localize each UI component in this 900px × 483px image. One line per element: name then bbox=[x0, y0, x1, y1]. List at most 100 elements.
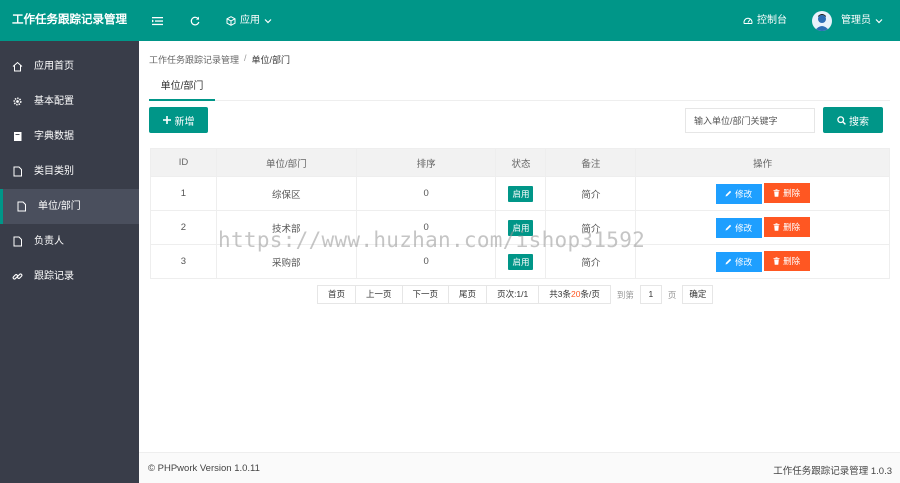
breadcrumb-separator: / bbox=[244, 53, 247, 63]
sidebar-item-label: 跟踪记录 bbox=[34, 271, 74, 282]
pager-next[interactable]: 下一页 bbox=[402, 285, 450, 304]
file-icon bbox=[17, 201, 26, 212]
main-content: 工作任务跟踪记录管理 / 单位/部门 单位/部门 新增 搜索 ID 单位/部门 … bbox=[139, 41, 900, 483]
search-button-label: 搜索 bbox=[849, 116, 869, 128]
column-header-status: 状态 bbox=[495, 148, 547, 177]
delete-button[interactable]: 删除 bbox=[763, 217, 810, 238]
status-badge[interactable]: 启用 bbox=[508, 219, 534, 236]
home-icon bbox=[12, 61, 23, 72]
column-header-sort: 排序 bbox=[355, 148, 497, 177]
pager-goto-input[interactable]: 1 bbox=[639, 285, 662, 304]
cell-note: 简介 bbox=[545, 244, 637, 279]
delete-button-label: 删除 bbox=[783, 188, 801, 199]
column-header-name: 单位/部门 bbox=[215, 148, 357, 177]
menu-toggle-icon bbox=[152, 16, 163, 25]
pager-prev[interactable]: 上一页 bbox=[356, 285, 403, 304]
edit-button[interactable]: 修改 bbox=[715, 251, 762, 272]
sidebar-item-config[interactable]: 基本配置 bbox=[0, 84, 139, 119]
column-header-note: 备注 bbox=[545, 148, 637, 177]
sidebar-item-label: 应用首页 bbox=[34, 61, 74, 72]
sidebar-item-label: 基本配置 bbox=[34, 96, 74, 107]
cell-name: 采购部 bbox=[215, 244, 357, 279]
pager-total-count: 共3条 bbox=[549, 289, 571, 299]
app-logo-title[interactable]: 工作任务跟踪记录管理 bbox=[0, 0, 139, 41]
refresh-icon bbox=[190, 16, 200, 25]
trash-icon bbox=[773, 257, 780, 265]
sidebar-item-label: 单位/部门 bbox=[38, 201, 81, 212]
sidebar-item-label: 负责人 bbox=[34, 236, 64, 247]
delete-button[interactable]: 删除 bbox=[763, 251, 810, 272]
tab-bar: 单位/部门 bbox=[149, 74, 890, 101]
sidebar: 应用首页 基本配置 字典数据 类目类别 单位/部门 负责人 跟踪记录 bbox=[0, 41, 139, 483]
cell-actions: 修改 删除 bbox=[635, 244, 890, 279]
table-header-row: ID 单位/部门 排序 状态 备注 操作 bbox=[150, 148, 890, 177]
sidebar-item-owner[interactable]: 负责人 bbox=[0, 224, 139, 259]
footer-app-version: 工作任务跟踪记录管理 1.0.3 bbox=[773, 466, 892, 477]
pencil-icon bbox=[725, 259, 732, 265]
trash-icon bbox=[773, 223, 780, 231]
user-menu[interactable]: 管理员 bbox=[812, 0, 883, 41]
add-button-label: 新增 bbox=[174, 116, 195, 128]
sidebar-item-department[interactable]: 单位/部门 bbox=[0, 189, 139, 224]
gear-icon bbox=[13, 97, 22, 106]
pager-page-info: 页次:1/1 bbox=[487, 285, 540, 304]
pager-total: 共3条20条/页 bbox=[539, 285, 611, 304]
delete-button-label: 删除 bbox=[783, 222, 801, 233]
console-label: 控制台 bbox=[757, 15, 787, 26]
cell-actions: 修改 删除 bbox=[635, 176, 890, 211]
pencil-icon bbox=[725, 225, 732, 231]
footer-version: © PHPwork Version 1.0.11 bbox=[148, 463, 260, 474]
cell-sort: 0 bbox=[355, 244, 497, 279]
pager-first[interactable]: 首页 bbox=[317, 285, 357, 304]
footer: © PHPwork Version 1.0.11 工作任务跟踪记录管理 1.0.… bbox=[139, 452, 900, 483]
pager-page-unit: 页 bbox=[667, 289, 677, 300]
cell-name: 综保区 bbox=[215, 176, 357, 211]
cell-note: 简介 bbox=[545, 210, 637, 245]
pager-goto-label: 到第 bbox=[616, 289, 634, 300]
delete-button[interactable]: 删除 bbox=[763, 183, 810, 204]
dashboard-icon bbox=[743, 17, 753, 24]
edit-button[interactable]: 修改 bbox=[715, 183, 762, 204]
sidebar-item-dictionary[interactable]: 字典数据 bbox=[0, 119, 139, 154]
cell-sort: 0 bbox=[355, 176, 497, 211]
pager-confirm-button[interactable]: 确定 bbox=[682, 285, 714, 304]
menu-toggle-button[interactable] bbox=[152, 0, 163, 41]
sidebar-item-tracking[interactable]: 跟踪记录 bbox=[0, 259, 139, 294]
user-avatar bbox=[812, 10, 832, 31]
chevron-down-icon bbox=[264, 18, 272, 23]
book-icon bbox=[14, 132, 22, 141]
table-row: 2 技术部 0 启用 简介 修改 删除 bbox=[150, 210, 890, 245]
status-badge[interactable]: 启用 bbox=[508, 253, 534, 270]
sidebar-item-category[interactable]: 类目类别 bbox=[0, 154, 139, 189]
edit-button-label: 修改 bbox=[735, 222, 753, 233]
add-button[interactable]: 新增 bbox=[149, 107, 208, 133]
sidebar-item-label: 类目类别 bbox=[34, 166, 74, 177]
table-row: 1 综保区 0 启用 简介 修改 删除 bbox=[150, 176, 890, 211]
file-icon bbox=[13, 236, 22, 247]
breadcrumb-current: 单位/部门 bbox=[251, 55, 291, 65]
plus-icon bbox=[162, 116, 171, 124]
cell-status: 启用 bbox=[495, 176, 547, 211]
pager-last[interactable]: 尾页 bbox=[449, 285, 488, 304]
search-input[interactable] bbox=[685, 108, 815, 133]
sidebar-item-home[interactable]: 应用首页 bbox=[0, 49, 139, 84]
column-header-actions: 操作 bbox=[635, 148, 890, 177]
cube-icon bbox=[226, 15, 236, 26]
tab-department[interactable]: 单位/部门 bbox=[149, 74, 215, 101]
pencil-icon bbox=[725, 191, 732, 197]
breadcrumb-root[interactable]: 工作任务跟踪记录管理 bbox=[149, 53, 239, 66]
pager-per-page-suffix: 条/页 bbox=[580, 289, 600, 299]
cell-id: 3 bbox=[150, 244, 217, 279]
pagination: 首页 上一页 下一页 尾页 页次:1/1 共3条20条/页 到第 1 页 确定 bbox=[317, 285, 714, 304]
edit-button-label: 修改 bbox=[735, 188, 753, 199]
cell-name: 技术部 bbox=[215, 210, 357, 245]
search-button[interactable]: 搜索 bbox=[823, 107, 883, 133]
edit-button[interactable]: 修改 bbox=[715, 217, 762, 238]
console-link[interactable]: 控制台 bbox=[743, 0, 787, 41]
status-badge[interactable]: 启用 bbox=[508, 185, 534, 202]
refresh-button[interactable] bbox=[190, 0, 200, 41]
apps-menu[interactable]: 应用 bbox=[226, 0, 272, 41]
breadcrumb: 工作任务跟踪记录管理 / 单位/部门 bbox=[149, 53, 290, 66]
user-name: 管理员 bbox=[841, 15, 871, 26]
cell-actions: 修改 删除 bbox=[635, 210, 890, 245]
